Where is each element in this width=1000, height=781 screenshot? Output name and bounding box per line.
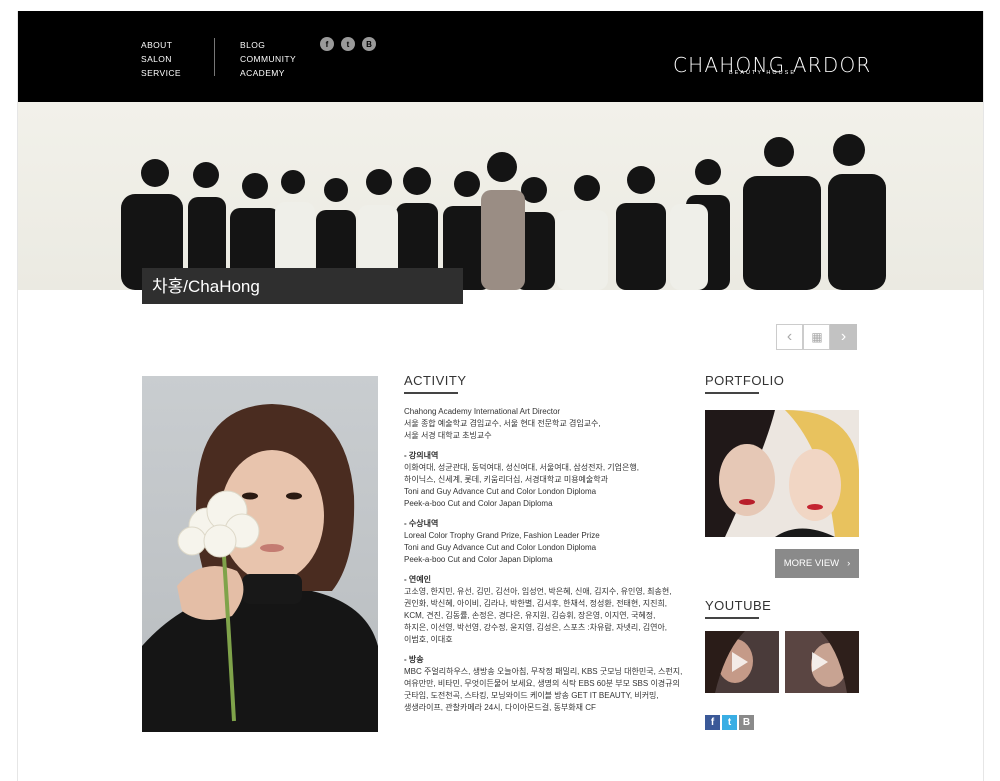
facebook-icon[interactable]: f — [320, 37, 334, 51]
award-body: Loreal Color Trophy Grand Prize, Fashion… — [404, 531, 600, 564]
activity-text: Chahong Academy International Art Direct… — [404, 406, 689, 714]
portfolio-title-rule — [705, 392, 759, 394]
team-banner-photo — [18, 102, 983, 290]
more-view-button[interactable]: MORE VIEW › — [775, 549, 859, 578]
share-icons: f t B — [705, 715, 754, 730]
broadcast-body: MBC 주얼리하우스, 생방송 오늘아침, 무작정 패밀리, KBS 굿모닝 대… — [404, 667, 683, 712]
broadcast-heading: - 방송 — [404, 655, 424, 664]
next-button[interactable]: › — [830, 324, 857, 350]
nav-item-about[interactable]: ABOUT — [141, 38, 181, 52]
nav-item-blog[interactable]: BLOG — [240, 38, 296, 52]
youtube-title: YOUTUBE — [705, 598, 772, 613]
lecture-body: 이화여대, 성균관대, 동덕여대, 성신여대, 서울여대, 삼성전자, 기업은행… — [404, 463, 639, 508]
prev-button[interactable]: ‹ — [776, 324, 803, 350]
header-social: f t B — [320, 37, 376, 51]
play-icon — [812, 652, 828, 672]
portfolio-image[interactable] — [705, 410, 859, 537]
chevron-right-icon: › — [847, 558, 851, 569]
nav-item-salon[interactable]: SALON — [141, 52, 181, 66]
header: ABOUT SALON SERVICE BLOG COMMUNITY ACADE… — [18, 11, 983, 102]
nav-right: BLOG COMMUNITY ACADEMY — [240, 38, 296, 80]
activity-title-rule — [404, 392, 458, 394]
page: ABOUT SALON SERVICE BLOG COMMUNITY ACADE… — [17, 11, 984, 781]
nav-item-service[interactable]: SERVICE — [141, 66, 181, 80]
activity-title: ACTIVITY — [404, 373, 467, 388]
award-heading: - 수상내역 — [404, 519, 439, 528]
play-icon — [732, 652, 748, 672]
celebrity-body: 고소영, 한지민, 유선, 김민, 김선아, 임성언, 박은혜, 신애, 김지수… — [404, 587, 672, 644]
blog-icon[interactable]: B — [362, 37, 376, 51]
youtube-thumbnail[interactable] — [785, 631, 859, 693]
nav-item-community[interactable]: COMMUNITY — [240, 52, 296, 66]
grid-list-button[interactable]: ▦ — [803, 324, 830, 350]
blog-share-icon[interactable]: B — [739, 715, 754, 730]
twitter-icon[interactable]: t — [341, 37, 355, 51]
portfolio-title: PORTFOLIO — [705, 373, 785, 388]
nav-left: ABOUT SALON SERVICE — [141, 38, 181, 80]
nav-item-academy[interactable]: ACADEMY — [240, 66, 296, 80]
designer-portrait — [142, 376, 378, 732]
youtube-thumbnail[interactable] — [705, 631, 779, 693]
celebrity-heading: - 연예인 — [404, 575, 431, 584]
nav-divider — [214, 38, 215, 76]
facebook-share-icon[interactable]: f — [705, 715, 720, 730]
lecture-heading: - 강의내역 — [404, 451, 439, 460]
portfolio-illustration — [705, 410, 859, 537]
designer-pager: ‹ ▦ › — [776, 324, 857, 350]
team-group-illustration — [121, 134, 886, 290]
more-view-label: MORE VIEW — [783, 558, 840, 569]
page-title: 차홍/ChaHong — [142, 268, 463, 304]
portrait-illustration — [142, 404, 378, 732]
activity-intro: Chahong Academy International Art Direct… — [404, 407, 601, 440]
twitter-share-icon[interactable]: t — [722, 715, 737, 730]
youtube-title-rule — [705, 617, 759, 619]
brand-subtitle: BEAUTY HOUSE — [729, 70, 796, 76]
